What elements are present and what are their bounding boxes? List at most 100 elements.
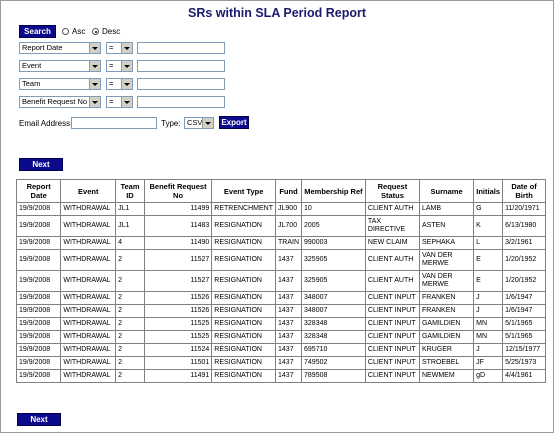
cell-event: WITHDRAWAL: [60, 304, 117, 318]
column-header[interactable]: Report Date: [15, 179, 62, 203]
filter-field-select[interactable]: Team: [19, 78, 101, 90]
cell-benefit-request-no: 11483: [143, 215, 213, 237]
cell-event-type: RETRENCHMENT: [211, 202, 277, 216]
report-table: Report Date Event Team ID Benefit Reques…: [15, 179, 546, 383]
cell-date-of-birth: 5/1/1965: [502, 317, 546, 331]
filter-value-input[interactable]: [137, 78, 225, 90]
cell-benefit-request-no: 11527: [143, 249, 213, 271]
cell-event: WITHDRAWAL: [60, 291, 117, 305]
sort-asc-radio[interactable]: [62, 28, 69, 35]
cell-surname: SEPHAKA: [418, 236, 475, 250]
export-button[interactable]: Export: [219, 116, 249, 129]
filter-value-input[interactable]: [137, 42, 225, 54]
cell-surname: KRUGER: [418, 343, 475, 357]
sort-desc-radio[interactable]: [92, 28, 99, 35]
cell-request-status: CLIENT INPUT: [364, 356, 420, 370]
cell-membership-ref: 990003: [301, 236, 366, 250]
cell-event: WITHDRAWAL: [60, 330, 117, 344]
email-input[interactable]: [71, 117, 157, 129]
cell-surname: STROEBEL: [418, 356, 475, 370]
cell-initials: J: [473, 343, 504, 357]
page-title: SRs within SLA Period Report: [187, 6, 367, 20]
filter-operator-select[interactable]: =: [106, 60, 133, 72]
column-header[interactable]: Request Status: [364, 179, 420, 203]
sort-asc-label: Asc: [72, 27, 86, 36]
cell-initials: E: [473, 249, 504, 271]
filter-value-input[interactable]: [137, 60, 225, 72]
column-header[interactable]: Team ID: [115, 179, 145, 203]
cell-benefit-request-no: 11490: [143, 236, 213, 250]
cell-report-date: 19/9/2008: [15, 215, 62, 237]
column-header[interactable]: Surname: [418, 179, 475, 203]
column-header[interactable]: Initials: [473, 179, 504, 203]
filter-operator-select[interactable]: =: [106, 42, 133, 54]
filter-operator-select[interactable]: =: [106, 96, 133, 108]
cell-event: WITHDRAWAL: [60, 215, 117, 237]
cell-initials: J: [473, 291, 504, 305]
cell-surname: VAN DER MERWE: [418, 249, 475, 271]
cell-event-type: RESIGNATION: [211, 304, 277, 318]
cell-event-type: RESIGNATION: [211, 236, 277, 250]
cell-fund: 1437: [275, 356, 303, 370]
cell-request-status: TAX DIRECTIVE: [364, 215, 420, 237]
cell-membership-ref: 348007: [301, 304, 366, 318]
column-header[interactable]: Event Type: [211, 179, 277, 203]
cell-fund: 1437: [275, 291, 303, 305]
chevron-down-icon: [89, 61, 100, 71]
chevron-down-icon: [202, 118, 213, 128]
cell-request-status: CLIENT INPUT: [364, 369, 420, 383]
column-header[interactable]: Event: [60, 179, 117, 203]
cell-fund: TRAIN: [275, 236, 303, 250]
filter-field-select[interactable]: Report Date: [19, 42, 101, 54]
cell-event-type: RESIGNATION: [211, 215, 277, 237]
table-row: 19/9/2008 WITHDRAWAL 2 11525 RESIGNATION 1437…: [15, 317, 546, 331]
column-header[interactable]: Date of Birth: [502, 179, 546, 203]
cell-report-date: 19/9/2008: [15, 249, 62, 271]
next-button-bottom[interactable]: Next: [17, 413, 61, 426]
column-header[interactable]: Membership Ref: [301, 179, 366, 203]
cell-benefit-request-no: 11527: [143, 270, 213, 292]
cell-report-date: 19/9/2008: [15, 270, 62, 292]
cell-event: WITHDRAWAL: [60, 236, 117, 250]
cell-team-id: 2: [115, 356, 145, 370]
column-header[interactable]: Fund: [275, 179, 303, 203]
cell-initials: L: [473, 236, 504, 250]
next-button-top[interactable]: Next: [19, 158, 63, 171]
cell-request-status: CLIENT INPUT: [364, 291, 420, 305]
cell-benefit-request-no: 11491: [143, 369, 213, 383]
filter-operator-select[interactable]: =: [106, 78, 133, 90]
cell-membership-ref: 328348: [301, 330, 366, 344]
cell-benefit-request-no: 11526: [143, 304, 213, 318]
cell-date-of-birth: 5/25/1973: [502, 356, 546, 370]
cell-report-date: 19/9/2008: [15, 343, 62, 357]
cell-surname: FRANKEN: [418, 304, 475, 318]
cell-surname: GAMILDIEN: [418, 330, 475, 344]
search-button[interactable]: Search: [19, 25, 56, 38]
column-header[interactable]: Benefit Request No: [143, 179, 213, 203]
cell-benefit-request-no: 11499: [143, 202, 213, 216]
cell-team-id: JL1: [115, 202, 145, 216]
cell-report-date: 19/9/2008: [15, 304, 62, 318]
cell-membership-ref: 325905: [301, 270, 366, 292]
cell-event-type: RESIGNATION: [211, 270, 277, 292]
filter-field-select[interactable]: Event: [19, 60, 101, 72]
filter-value-input[interactable]: [137, 96, 225, 108]
cell-fund: 1437: [275, 270, 303, 292]
chevron-down-icon: [89, 43, 100, 53]
cell-request-status: CLIENT AUTH: [364, 270, 420, 292]
cell-request-status: CLIENT AUTH: [364, 202, 420, 216]
cell-request-status: CLIENT AUTH: [364, 249, 420, 271]
chevron-down-icon: [121, 97, 132, 107]
cell-event: WITHDRAWAL: [60, 202, 117, 216]
cell-date-of-birth: 5/1/1965: [502, 330, 546, 344]
cell-benefit-request-no: 11526: [143, 291, 213, 305]
cell-surname: LAMB: [418, 202, 475, 216]
cell-surname: FRANKEN: [418, 291, 475, 305]
cell-fund: 1437: [275, 369, 303, 383]
sort-desc-label: Desc: [102, 27, 121, 36]
export-type-select[interactable]: CSV: [184, 117, 214, 129]
filter-field-select[interactable]: Benefit Request No: [19, 96, 101, 108]
cell-benefit-request-no: 11525: [143, 330, 213, 344]
cell-request-status: NEW CLAIM: [364, 236, 420, 250]
cell-date-of-birth: 11/20/1971: [502, 202, 546, 216]
